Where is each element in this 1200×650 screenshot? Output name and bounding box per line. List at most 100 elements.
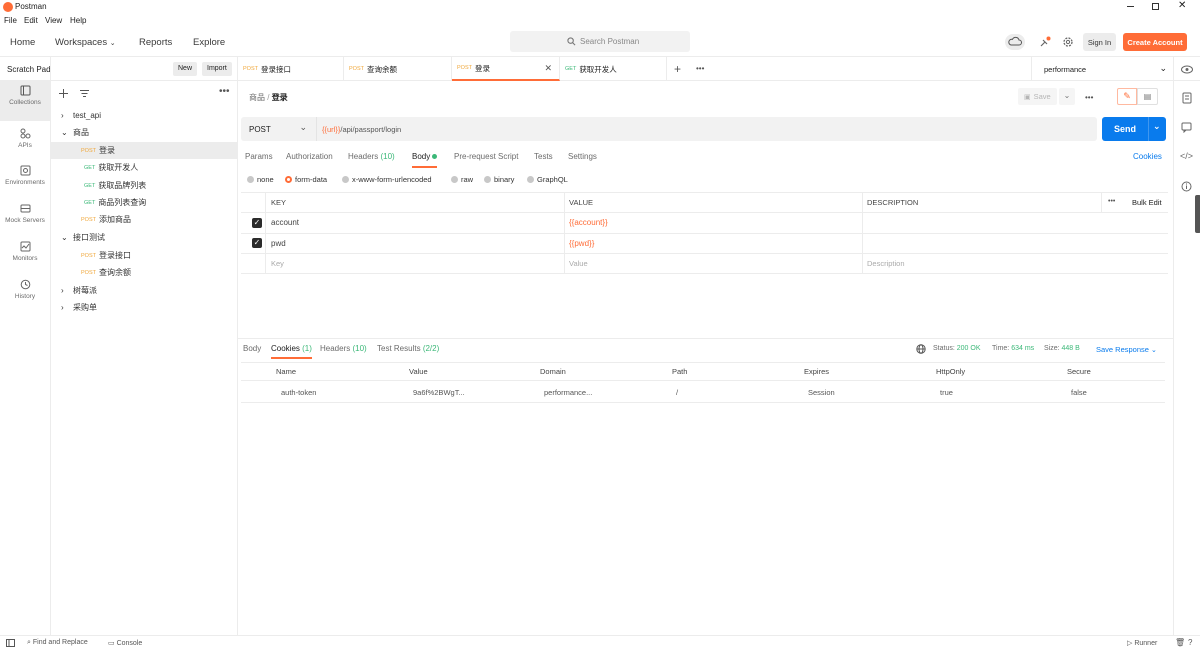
body-type-none[interactable]: none <box>247 175 274 184</box>
menu-file[interactable]: File <box>4 16 17 25</box>
tab-query-balance[interactable]: POST 查询余额 <box>344 57 452 81</box>
response-divider[interactable] <box>238 338 1173 339</box>
body-type-binary[interactable]: binary <box>484 175 514 184</box>
tree-folder-raspberry[interactable]: › 树莓派 <box>51 282 237 299</box>
save-response-button[interactable]: Save Response ⌄ <box>1096 345 1157 354</box>
tree-request-get-brands[interactable]: GET 获取品牌列表 <box>51 177 237 194</box>
search-input[interactable]: Search Postman <box>510 31 690 52</box>
scrollbar-thumb[interactable] <box>1195 195 1200 233</box>
sign-in-button[interactable]: Sign In <box>1083 33 1116 51</box>
param-key[interactable]: pwd <box>271 239 286 248</box>
menu-help[interactable]: Help <box>70 16 86 25</box>
tab-headers[interactable]: Headers (10) <box>348 152 395 161</box>
restore-button[interactable] <box>1152 3 1159 10</box>
tree-folder-goods[interactable]: ⌄ 商品 <box>51 124 237 141</box>
tab-settings[interactable]: Settings <box>568 152 597 161</box>
satellite-icon[interactable] <box>1039 36 1051 48</box>
new-value-input[interactable]: Value <box>569 259 588 268</box>
param-key[interactable]: account <box>271 218 299 227</box>
new-description-input[interactable]: Description <box>867 259 905 268</box>
breadcrumb-parent[interactable]: 商品 <box>249 93 265 102</box>
new-button[interactable]: New <box>173 62 198 76</box>
documentation-icon[interactable] <box>1182 92 1192 104</box>
body-type-urlencoded[interactable]: x-www-form-urlencoded <box>342 175 432 184</box>
rail-mock-servers[interactable]: Mock Servers <box>0 199 50 235</box>
tree-folder-test-api[interactable]: › test_api <box>51 107 237 124</box>
tab-authorization[interactable]: Authorization <box>286 152 333 161</box>
add-collection-icon[interactable] <box>59 89 68 98</box>
cookies-link[interactable]: Cookies <box>1133 152 1162 161</box>
tabs-more-icon[interactable]: ••• <box>696 64 704 73</box>
nav-explore[interactable]: Explore <box>193 37 225 48</box>
import-button[interactable]: Import <box>202 62 232 76</box>
menu-edit[interactable]: Edit <box>24 16 38 25</box>
rail-monitors[interactable]: Monitors <box>0 237 50 273</box>
info-icon[interactable] <box>1181 181 1192 192</box>
row-checkbox[interactable]: ✓ <box>252 218 262 228</box>
settings-gear-icon[interactable] <box>1062 36 1074 48</box>
view-mode-button[interactable]: ▤ <box>1137 88 1158 105</box>
create-account-button[interactable]: Create Account <box>1123 33 1187 51</box>
edit-mode-button[interactable]: ✎ <box>1117 88 1137 105</box>
tab-tests[interactable]: Tests <box>534 152 553 161</box>
tree-request-login[interactable]: POST 登录 <box>51 142 237 159</box>
send-button[interactable]: Send ⌄ <box>1102 117 1166 141</box>
toggle-sidebar-icon[interactable] <box>6 639 15 647</box>
new-tab-icon[interactable]: + <box>674 62 681 76</box>
row-checkbox[interactable]: ✓ <box>252 238 262 248</box>
tab-login[interactable]: POST 登录 ✕ <box>452 57 560 81</box>
body-type-raw[interactable]: raw <box>451 175 473 184</box>
runner-button[interactable]: ▷ Runner <box>1127 639 1157 647</box>
tab-get-developers[interactable]: GET 获取开发人 <box>560 57 667 81</box>
filter-icon[interactable] <box>80 89 89 98</box>
table-more-icon[interactable]: ••• <box>1108 198 1115 205</box>
eye-icon[interactable] <box>1181 65 1193 74</box>
close-window-button[interactable]: ✕ <box>1178 0 1186 11</box>
breadcrumb-current[interactable]: 登录 <box>272 93 288 102</box>
tree-request-add-goods[interactable]: POST 添加商品 <box>51 211 237 228</box>
trash-icon[interactable]: 🗑 <box>1175 638 1185 647</box>
sync-cloud-icon[interactable] <box>1005 34 1025 50</box>
rail-collections[interactable]: Collections <box>0 81 50 121</box>
param-value[interactable]: {{account}} <box>569 218 608 227</box>
response-tab-body[interactable]: Body <box>243 344 261 353</box>
close-tab-icon[interactable]: ✕ <box>544 63 552 74</box>
more-options-icon[interactable]: ••• <box>219 86 230 97</box>
response-tab-cookies[interactable]: Cookies (1) <box>271 344 312 359</box>
minimize-button[interactable] <box>1127 6 1134 7</box>
tab-pre-request-script[interactable]: Pre-request Script <box>454 152 518 161</box>
tree-request-login-api[interactable]: POST 登录接口 <box>51 247 237 264</box>
menu-view[interactable]: View <box>45 16 62 25</box>
nav-reports[interactable]: Reports <box>139 37 172 48</box>
bulk-edit-button[interactable]: Bulk Edit <box>1132 198 1162 207</box>
tree-request-goods-list[interactable]: GET 商品列表查询 <box>51 194 237 211</box>
tab-body[interactable]: Body <box>412 152 438 168</box>
tree-request-get-developers[interactable]: GET 获取开发人 <box>51 159 237 176</box>
response-tab-headers[interactable]: Headers (10) <box>320 344 367 353</box>
help-icon[interactable]: ? <box>1188 638 1192 647</box>
tab-params[interactable]: Params <box>245 152 273 161</box>
body-type-form-data[interactable]: form-data <box>285 175 327 184</box>
nav-workspaces[interactable]: Workspaces ⌄ <box>55 37 116 48</box>
tab-login-api[interactable]: POST 登录接口 <box>238 57 344 81</box>
request-more-icon[interactable]: ••• <box>1085 93 1093 102</box>
environment-select[interactable]: performance ⌄ <box>1031 57 1173 81</box>
tree-folder-purchase[interactable]: › 采购单 <box>51 299 237 316</box>
tree-request-query-balance[interactable]: POST 查询余额 <box>51 264 237 281</box>
nav-home[interactable]: Home <box>10 37 35 48</box>
rail-apis[interactable]: APIs <box>0 124 50 160</box>
find-replace-button[interactable]: ⌕ Find and Replace <box>27 639 88 647</box>
method-select[interactable]: POST ⌄ <box>241 117 317 141</box>
tree-folder-api-test[interactable]: ⌄ 接口测试 <box>51 229 237 246</box>
code-icon[interactable]: </> <box>1180 151 1193 161</box>
console-button[interactable]: ▭ Console <box>108 639 142 647</box>
param-value[interactable]: {{pwd}} <box>569 239 594 248</box>
save-button[interactable]: ▣ Save <box>1018 88 1057 105</box>
new-key-input[interactable]: Key <box>271 259 284 268</box>
save-options-button[interactable]: ⌄ <box>1059 88 1075 105</box>
url-input[interactable]: {{url}}/api/passport/login <box>322 125 401 134</box>
rail-history[interactable]: History <box>0 275 50 311</box>
rail-environments[interactable]: Environments <box>0 161 50 197</box>
response-tab-test-results[interactable]: Test Results (2/2) <box>377 344 439 353</box>
body-type-graphql[interactable]: GraphQL <box>527 175 568 184</box>
